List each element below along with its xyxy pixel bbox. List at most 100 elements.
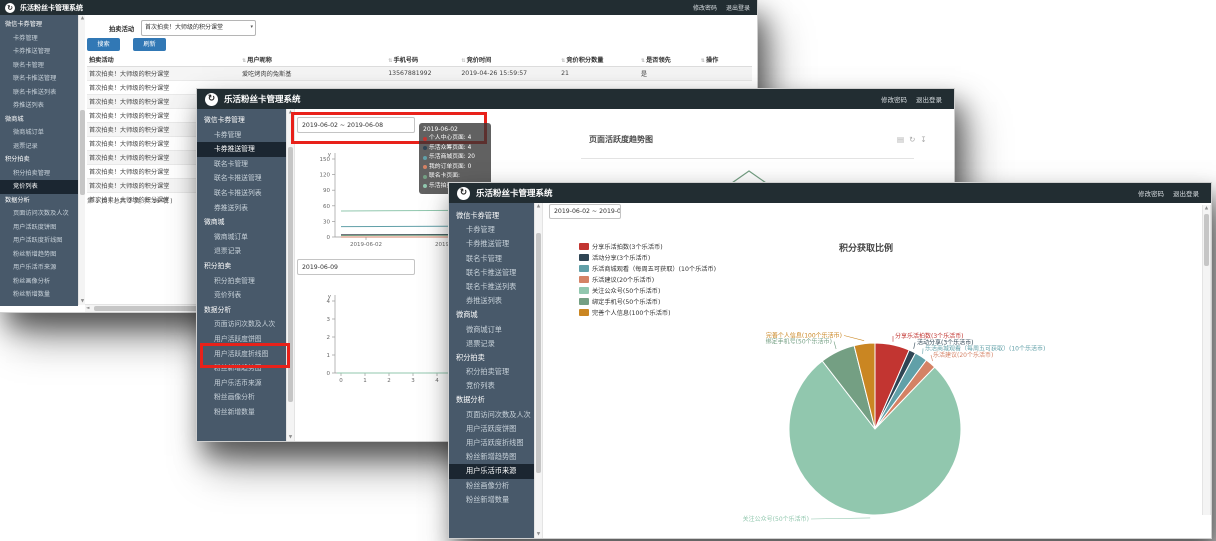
legend-item-5[interactable]: 绑定手机号(50个乐活币) bbox=[579, 296, 716, 307]
date-range-input[interactable] bbox=[549, 204, 621, 219]
legend-item-1[interactable]: 活动分享(3个乐活币) bbox=[579, 252, 716, 263]
legend-item-6[interactable]: 完善个人信息(100个乐活币) bbox=[579, 307, 716, 318]
sidebar-item-14[interactable]: 用户乐活币来源 bbox=[197, 376, 286, 391]
sidebar-item-12[interactable]: 用户活跃度折线图 bbox=[449, 436, 534, 450]
column-header-6[interactable]: ⇅操作 bbox=[699, 53, 752, 67]
sidebar-section-3[interactable]: 数据分析 bbox=[197, 303, 286, 318]
sidebar-item-13[interactable]: 粉丝新增趋势图 bbox=[197, 361, 286, 376]
column-header-0[interactable]: 拍卖活动 bbox=[87, 53, 240, 67]
sidebar-item-6[interactable]: 微商城订单 bbox=[0, 126, 78, 140]
search-button[interactable]: 搜索 bbox=[87, 38, 120, 51]
auction-select[interactable]: 首次拍卖！大师级的积分课堂 ▾ bbox=[141, 20, 256, 36]
column-header-3[interactable]: ⇅竞价时间 bbox=[459, 53, 559, 67]
scroll-up-icon[interactable]: ▲ bbox=[287, 109, 294, 116]
sidebar-item-0[interactable]: 卡券管理 bbox=[197, 128, 286, 143]
sidebar-item-3[interactable]: 联名卡推送管理 bbox=[0, 72, 78, 86]
scroll-down-icon[interactable]: ▼ bbox=[287, 434, 294, 441]
refresh-icon[interactable]: ↻ bbox=[909, 135, 915, 144]
column-header-5[interactable]: ⇅是否领先 bbox=[639, 53, 699, 67]
change-password-link[interactable]: 修改密码 bbox=[881, 94, 907, 104]
date-range-input[interactable] bbox=[297, 117, 415, 133]
sidebar-item-10[interactable]: 页面访问次数及人次 bbox=[449, 408, 534, 422]
sidebar-item-13[interactable]: 粉丝新增趋势图 bbox=[0, 248, 78, 262]
scrollbar-thumb[interactable] bbox=[288, 147, 293, 402]
sidebar-item-10[interactable]: 页面访问次数及人次 bbox=[0, 207, 78, 221]
sidebar-item-0[interactable]: 卡券管理 bbox=[0, 32, 78, 46]
window-vertical-scrollbar[interactable]: ▲ bbox=[1202, 205, 1211, 515]
sidebar-item-11[interactable]: 用户活跃度饼图 bbox=[197, 332, 286, 347]
sidebar-item-1[interactable]: 卡券推送管理 bbox=[0, 45, 78, 59]
sidebar-item-11[interactable]: 用户活跃度饼图 bbox=[0, 221, 78, 235]
column-header-1[interactable]: ⇅用户昵称 bbox=[240, 53, 386, 67]
sidebar-item-6[interactable]: 微商城订单 bbox=[449, 323, 534, 337]
sidebar-item-1[interactable]: 卡券推送管理 bbox=[449, 237, 534, 251]
column-header-2[interactable]: ⇅手机号码 bbox=[386, 53, 459, 67]
sidebar-item-8[interactable]: 积分拍卖管理 bbox=[0, 167, 78, 181]
legend-item-2[interactable]: 乐活商城观看（每周五可获取）(10个乐活币) bbox=[579, 263, 716, 274]
scrollbar-thumb[interactable] bbox=[1204, 214, 1209, 266]
sidebar-item-10[interactable]: 页面访问次数及人次 bbox=[197, 317, 286, 332]
logout-link[interactable]: 退出登录 bbox=[726, 3, 750, 12]
content-vertical-scrollbar[interactable]: ▲ ▼ bbox=[286, 109, 295, 441]
sidebar-item-2[interactable]: 联名卡管理 bbox=[197, 157, 286, 172]
sidebar-item-1[interactable]: 卡券推送管理 bbox=[197, 142, 286, 157]
sidebar-item-14[interactable]: 用户乐活币来源 bbox=[449, 464, 534, 478]
sidebar-item-12[interactable]: 用户活跃度折线图 bbox=[197, 347, 286, 362]
sidebar-item-5[interactable]: 券推送列表 bbox=[449, 294, 534, 308]
legend-item-0[interactable]: 分享乐活拍数(3个乐活币) bbox=[579, 241, 716, 252]
sidebar-item-16[interactable]: 粉丝新增数量 bbox=[449, 493, 534, 507]
change-password-link[interactable]: 修改密码 bbox=[1138, 188, 1164, 198]
sidebar-item-5[interactable]: 券推送列表 bbox=[0, 99, 78, 113]
sidebar-item-9[interactable]: 竞价列表 bbox=[197, 288, 286, 303]
sidebar-item-7[interactable]: 退票记录 bbox=[449, 337, 534, 351]
legend-item-4[interactable]: 关注公众号(50个乐活币) bbox=[579, 285, 716, 296]
logout-link[interactable]: 退出登录 bbox=[916, 94, 942, 104]
refresh-button[interactable]: 刷新 bbox=[133, 38, 166, 51]
sidebar-section-3[interactable]: 数据分析 bbox=[0, 194, 78, 208]
sidebar-item-8[interactable]: 积分拍卖管理 bbox=[449, 365, 534, 379]
sidebar-item-9[interactable]: 竞价列表 bbox=[449, 379, 534, 393]
sidebar-item-7[interactable]: 退票记录 bbox=[197, 244, 286, 259]
sidebar-section-0[interactable]: 微信卡券管理 bbox=[449, 209, 534, 223]
sidebar-section-1[interactable]: 微商城 bbox=[449, 308, 534, 322]
sidebar-item-3[interactable]: 联名卡推送管理 bbox=[197, 171, 286, 186]
sidebar-item-7[interactable]: 退票记录 bbox=[0, 140, 78, 154]
scroll-up-icon[interactable]: ▲ bbox=[1203, 205, 1210, 212]
sidebar-section-1[interactable]: 微商城 bbox=[197, 215, 286, 230]
sidebar-item-12[interactable]: 用户活跃度折线图 bbox=[0, 234, 78, 248]
date-single-input[interactable] bbox=[297, 259, 415, 275]
sidebar-item-15[interactable]: 粉丝画像分析 bbox=[197, 390, 286, 405]
sidebar-item-14[interactable]: 用户乐活币来源 bbox=[0, 261, 78, 275]
data-view-icon[interactable]: ▤ bbox=[897, 135, 904, 144]
download-icon[interactable]: ↧ bbox=[920, 135, 926, 144]
sidebar-item-4[interactable]: 联名卡推送列表 bbox=[197, 186, 286, 201]
sidebar-item-16[interactable]: 粉丝新增数量 bbox=[197, 405, 286, 420]
change-password-link[interactable]: 修改密码 bbox=[693, 3, 717, 12]
sidebar-item-3[interactable]: 联名卡推送管理 bbox=[449, 266, 534, 280]
sidebar-item-16[interactable]: 粉丝新增数量 bbox=[0, 288, 78, 302]
sidebar-item-6[interactable]: 微商城订单 bbox=[197, 230, 286, 245]
sidebar-item-8[interactable]: 积分拍卖管理 bbox=[197, 274, 286, 289]
sidebar-item-11[interactable]: 用户活跃度饼图 bbox=[449, 422, 534, 436]
sidebar-section-0[interactable]: 微信卡券管理 bbox=[197, 113, 286, 128]
sidebar-item-2[interactable]: 联名卡管理 bbox=[0, 59, 78, 73]
legend-item-3[interactable]: 乐活建议(20个乐活币) bbox=[579, 274, 716, 285]
sidebar-item-4[interactable]: 联名卡推送列表 bbox=[449, 280, 534, 294]
sidebar-item-9[interactable]: 竞价列表 bbox=[0, 180, 78, 194]
sidebar-item-15[interactable]: 粉丝画像分析 bbox=[449, 479, 534, 493]
sidebar-item-5[interactable]: 券推送列表 bbox=[197, 201, 286, 216]
sidebar-item-0[interactable]: 卡券管理 bbox=[449, 223, 534, 237]
sidebar-section-3[interactable]: 数据分析 bbox=[449, 393, 534, 407]
sidebar-section-2[interactable]: 积分拍卖 bbox=[197, 259, 286, 274]
sidebar-section-1[interactable]: 微商城 bbox=[0, 113, 78, 127]
sidebar-section-2[interactable]: 积分拍卖 bbox=[0, 153, 78, 167]
sidebar-item-15[interactable]: 粉丝画像分析 bbox=[0, 275, 78, 289]
logout-link[interactable]: 退出登录 bbox=[1173, 188, 1199, 198]
column-header-4[interactable]: ⇅竞价积分数量 bbox=[559, 53, 639, 67]
sidebar-section-2[interactable]: 积分拍卖 bbox=[449, 351, 534, 365]
sidebar-item-2[interactable]: 联名卡管理 bbox=[449, 252, 534, 266]
sidebar-item-13[interactable]: 粉丝新增趋势图 bbox=[449, 450, 534, 464]
sidebar-item-4[interactable]: 联名卡推送列表 bbox=[0, 86, 78, 100]
scroll-left-icon[interactable]: ◄ bbox=[86, 305, 89, 312]
sidebar-section-0[interactable]: 微信卡券管理 bbox=[0, 18, 78, 32]
